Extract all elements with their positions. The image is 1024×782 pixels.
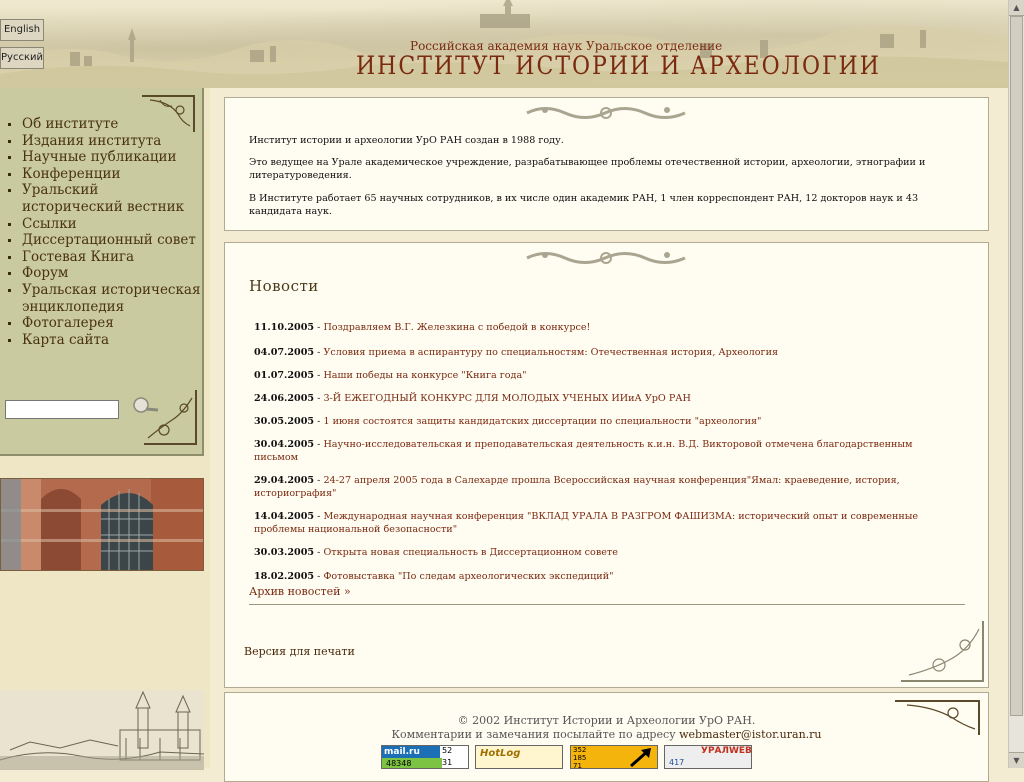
- nav-item-ural-historical-bulletin[interactable]: Уральский исторический вестник: [8, 182, 202, 215]
- news-divider: [249, 604, 965, 605]
- mailru-count-total: 48348: [382, 758, 442, 768]
- english-language-button[interactable]: English: [0, 19, 44, 41]
- news-item: 11.10.2005 - Поздравляем В.Г. Железкина …: [254, 321, 954, 334]
- main-navigation: Об институте Издания института Научные п…: [0, 88, 204, 456]
- news-date: 30.03.2005: [254, 547, 315, 558]
- nav-item-photogallery[interactable]: Фотогалерея: [8, 315, 202, 332]
- news-link[interactable]: Поздравляем В.Г. Железкина с победой в к…: [323, 322, 590, 333]
- footer-panel: © 2002 Институт Истории и Археологии УрО…: [224, 692, 989, 782]
- nav-item-publications-institute[interactable]: Издания института: [8, 133, 202, 150]
- news-panel: Новости 11.10.2005 - Поздравляем В.Г. Же…: [224, 242, 989, 688]
- corner-ornament-icon: [144, 390, 197, 445]
- hotlog-logo: HotLog: [480, 748, 521, 759]
- intro-paragraph-founded: Институт истории и археологии УрО РАН со…: [249, 135, 564, 146]
- news-link[interactable]: Международная научная конференция "ВКЛАД…: [254, 511, 918, 535]
- news-date: 14.04.2005: [254, 511, 315, 522]
- news-item: 30.04.2005 - Научно-исследовательская и …: [254, 438, 954, 464]
- news-link[interactable]: Научно-исследовательская и преподаватель…: [254, 439, 913, 463]
- news-link[interactable]: 24-27 апреля 2005 года в Салехарде прошл…: [254, 475, 900, 499]
- news-date: 04.07.2005: [254, 347, 315, 358]
- news-heading: Новости: [249, 277, 319, 295]
- uralweb-logo: УРАЛWEB: [701, 746, 752, 756]
- news-link[interactable]: Условия приема в аспирантуру по специаль…: [323, 347, 778, 358]
- news-item: 29.04.2005 - 24-27 апреля 2005 года в Са…: [254, 474, 954, 500]
- news-link[interactable]: Открыта новая специальность в Диссертаци…: [323, 547, 617, 558]
- nav-item-conferences[interactable]: Конференции: [8, 166, 202, 183]
- corner-ornament-icon: [901, 621, 984, 682]
- traffic-count-2: 185: [573, 754, 587, 762]
- news-item: 24.06.2005 - 3-Й ЕЖЕГОДНЫЙ КОНКУРС ДЛЯ М…: [254, 392, 954, 405]
- news-item: 30.05.2005 - 1 июня состоятся защиты кан…: [254, 415, 954, 428]
- news-link[interactable]: Фотовыставка "По следам археологических …: [323, 571, 613, 582]
- divider-ornament-icon: [526, 107, 686, 119]
- news-item: 04.07.2005 - Условия приема в аспирантур…: [254, 346, 954, 359]
- arrow-up-right-icon: [630, 748, 651, 768]
- site-header: English Русский Российская академия наук…: [0, 0, 1008, 88]
- print-version-link[interactable]: Версия для печати: [244, 645, 355, 658]
- uralweb-count: 417: [669, 758, 685, 767]
- intro-paragraph-description: Это ведущее на Урале академическое учреж…: [249, 157, 926, 181]
- search-input[interactable]: [5, 400, 119, 419]
- traffic-counter-badge[interactable]: 352 185 71: [570, 745, 658, 769]
- news-link[interactable]: 1 июня состоятся защиты кандидатских дис…: [323, 416, 761, 427]
- uralweb-counter-badge[interactable]: 417 УРАЛWEB: [664, 745, 752, 769]
- intro-paragraph-staff: В Институте работает 65 научных сотрудни…: [249, 193, 919, 217]
- news-date: 29.04.2005: [254, 475, 315, 486]
- divider-ornament-icon: [526, 252, 686, 264]
- news-link[interactable]: 3-Й ЕЖЕГОДНЫЙ КОНКУРС ДЛЯ МОЛОДЫХ УЧЕНЫХ…: [323, 393, 690, 404]
- news-date: 24.06.2005: [254, 393, 315, 404]
- vertical-scrollbar[interactable]: ▲ ▼: [1008, 0, 1024, 768]
- mailru-count-today: 52: [442, 746, 453, 755]
- nav-item-forum[interactable]: Форум: [8, 265, 202, 282]
- header-subtitle: Российская академия наук Уральское отдел…: [410, 39, 723, 53]
- nav-list: Об институте Издания института Научные п…: [0, 88, 202, 348]
- news-item: 14.04.2005 - Международная научная конфе…: [254, 510, 954, 536]
- news-item: 18.02.2005 - Фотовыставка "По следам арх…: [254, 570, 954, 583]
- left-column: Об институте Издания института Научные п…: [0, 88, 210, 770]
- news-archive-link[interactable]: Архив новостей »: [249, 585, 351, 598]
- russian-language-button[interactable]: Русский: [0, 47, 44, 69]
- nav-item-links[interactable]: Ссылки: [8, 216, 202, 233]
- news-date: 18.02.2005: [254, 571, 315, 582]
- scrollbar-thumb[interactable]: [1010, 16, 1023, 716]
- footer-comments-text: Комментарии и замечания посылайте по адр…: [391, 728, 680, 741]
- scroll-up-arrow-icon[interactable]: ▲: [1009, 0, 1024, 16]
- news-date: 01.07.2005: [254, 370, 315, 381]
- mailru-logo: mail.ru: [382, 746, 440, 758]
- site-title[interactable]: ИНСТИТУТ ИСТОРИИ И АРХЕОЛОГИИ: [356, 52, 881, 81]
- nav-item-encyclopedia[interactable]: Уральская историческая энциклопедия: [8, 282, 202, 315]
- church-engraving-image: [0, 690, 204, 770]
- news-item: 30.03.2005 - Открыта новая специальность…: [254, 546, 954, 559]
- nav-item-about[interactable]: Об институте: [8, 116, 202, 133]
- news-date: 30.05.2005: [254, 416, 315, 427]
- footer-copyright: © 2002 Институт Истории и Археологии УрО…: [457, 714, 756, 727]
- news-item: 01.07.2005 - Наши победы на конкурсе "Кн…: [254, 369, 954, 382]
- intro-panel: Институт истории и археологии УрО РАН со…: [224, 97, 989, 231]
- news-date: 11.10.2005: [254, 322, 315, 333]
- webmaster-email-link[interactable]: webmaster@istor.uran.ru: [679, 728, 821, 741]
- scroll-down-arrow-icon[interactable]: ▼: [1009, 752, 1024, 768]
- traffic-count-1: 352: [573, 746, 587, 754]
- hotlog-counter-badge[interactable]: HotLog: [475, 745, 563, 769]
- nav-item-dissertation-council[interactable]: Диссертационный совет: [8, 232, 202, 249]
- nav-item-sitemap[interactable]: Карта сайта: [8, 332, 202, 349]
- building-facade-photo: [0, 478, 204, 571]
- nav-item-guestbook[interactable]: Гостевая Книга: [8, 249, 202, 266]
- mailru-count-online: 31: [442, 758, 453, 767]
- nav-item-scientific-publications[interactable]: Научные публикации: [8, 149, 202, 166]
- news-link[interactable]: Наши победы на конкурсе "Книга года": [323, 370, 526, 381]
- news-date: 30.04.2005: [254, 439, 315, 450]
- footer-comments: Комментарии и замечания посылайте по адр…: [225, 728, 988, 741]
- mailru-counter-badge[interactable]: mail.ru 48348 52 31: [381, 745, 469, 769]
